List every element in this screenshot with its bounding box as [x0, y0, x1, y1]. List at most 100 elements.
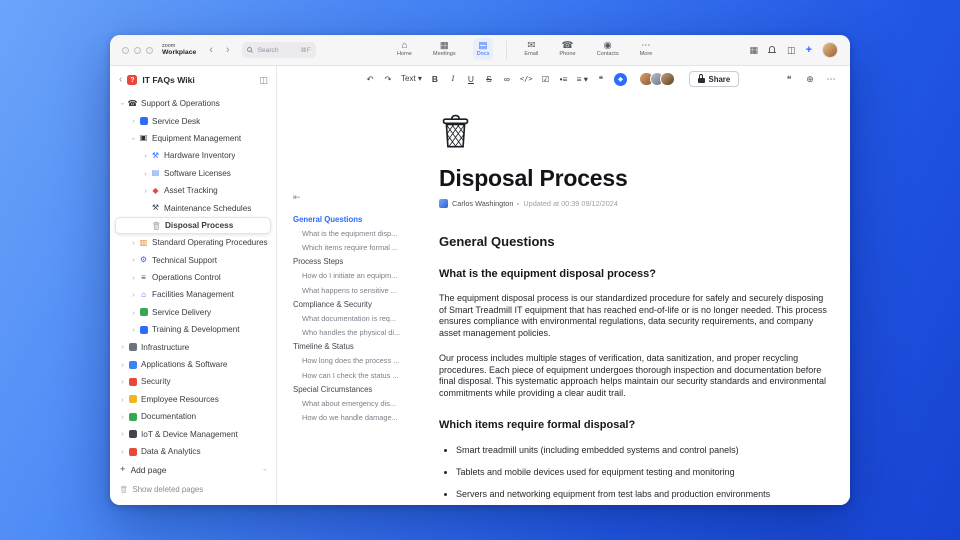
toc-section-timeline-status[interactable]: Timeline & Status: [293, 340, 425, 354]
ai-companion-button[interactable]: ◆: [614, 72, 627, 86]
italic-button[interactable]: I: [448, 74, 458, 83]
search-input[interactable]: Search ⌘F: [241, 42, 316, 58]
chevron-down-icon[interactable]: ›: [129, 134, 138, 143]
more-options-icon[interactable]: ⋯: [826, 74, 836, 84]
comment-icon[interactable]: ❝: [784, 74, 794, 84]
toc-item-what-happens-to-sensitive[interactable]: What happens to sensitive ...: [293, 283, 425, 297]
checklist-button[interactable]: ☑: [541, 74, 551, 83]
toc-item-what-is-the-equipment-disp[interactable]: What is the equipment disp...: [293, 226, 425, 240]
chevron-down-icon[interactable]: ›: [261, 468, 270, 471]
sidebar-item-operations-control[interactable]: › ≡ Operations Control: [115, 269, 271, 286]
collapse-sidebar-icon[interactable]: ◫: [259, 75, 268, 86]
sidebar-item-standard-operating-procedures[interactable]: › ▥ Standard Operating Procedures: [115, 234, 271, 251]
text-style-select[interactable]: Text ▾: [401, 75, 422, 83]
toc-item-how-do-i-initiate-an-equipm[interactable]: How do I initiate an equipm...: [293, 269, 425, 283]
chevron-right-icon[interactable]: ›: [129, 274, 138, 282]
toc-item-how-long-does-the-process[interactable]: How long does the process ...: [293, 354, 425, 368]
sidebar-item-service-desk[interactable]: › Service Desk: [115, 112, 271, 129]
strikethrough-button[interactable]: S: [484, 74, 494, 83]
link-button[interactable]: ∞: [502, 74, 512, 83]
notifications-bell-icon[interactable]: [768, 46, 777, 55]
chevron-right-icon[interactable]: ›: [129, 117, 138, 125]
sidebar-item-maintenance-schedules[interactable]: ›⚒Maintenance Schedules: [115, 199, 271, 216]
sidebar-item-security[interactable]: › Security: [115, 373, 271, 390]
toc-section-compliance-security[interactable]: Compliance & Security: [293, 297, 425, 311]
collapse-outline-icon[interactable]: ⇤: [293, 192, 425, 203]
bulleted-list-button[interactable]: •≡: [559, 74, 569, 83]
forward-button[interactable]: ›: [226, 44, 230, 56]
minimize-window-button[interactable]: [134, 46, 141, 54]
globe-icon[interactable]: ⊕: [805, 74, 815, 84]
chevron-right-icon[interactable]: ›: [141, 169, 150, 178]
tab-more[interactable]: ⋯ More: [636, 38, 657, 60]
side-panel-icon[interactable]: ◫: [787, 45, 796, 55]
chevron-right-icon[interactable]: ›: [118, 378, 127, 386]
add-comment-button[interactable]: ❝: [596, 74, 606, 83]
chevron-right-icon[interactable]: ›: [129, 326, 138, 334]
sidebar-item-applications-software[interactable]: › Applications & Software: [115, 356, 271, 373]
chevron-right-icon[interactable]: ›: [129, 291, 138, 299]
toc-item-what-about-emergency-dis[interactable]: What about emergency dis...: [293, 396, 425, 410]
tab-meetings[interactable]: ▦ Meetings: [429, 38, 460, 60]
sidebar-item-hardware-inventory[interactable]: › ⚒ Hardware Inventory: [115, 147, 271, 164]
sidebar-item-infrastructure[interactable]: › Infrastructure: [115, 338, 271, 355]
apps-grid-icon[interactable]: ▦: [750, 45, 759, 55]
undo-icon[interactable]: ↶: [365, 74, 375, 83]
tab-contacts[interactable]: ◉ Contacts: [593, 38, 623, 60]
bold-button[interactable]: B: [430, 74, 440, 83]
chevron-right-icon[interactable]: ›: [118, 396, 127, 404]
toc-item-how-can-i-check-the-status[interactable]: How can I check the status ...: [293, 368, 425, 382]
sidebar-item-service-delivery[interactable]: › Service Delivery: [115, 304, 271, 321]
chevron-right-icon[interactable]: ›: [118, 448, 127, 456]
toc-item-who-handles-the-physical-di[interactable]: Who handles the physical di...: [293, 326, 425, 340]
close-window-button[interactable]: [122, 46, 129, 54]
sidebar-item-asset-tracking[interactable]: › ◆ Asset Tracking: [115, 182, 271, 199]
tab-phone[interactable]: ☎ Phone: [555, 38, 579, 60]
user-avatar[interactable]: [822, 42, 838, 58]
sidebar-item-equipment-management[interactable]: › ▣ Equipment Management: [115, 130, 271, 147]
toc-item-what-documentation-is-req[interactable]: What documentation is req...: [293, 311, 425, 325]
document-body[interactable]: Disposal Process Carlos Washington Updat…: [429, 92, 850, 505]
chevron-right-icon[interactable]: ›: [129, 309, 138, 317]
chevron-right-icon[interactable]: ›: [141, 187, 150, 195]
toc-section-general-questions[interactable]: General Questions: [293, 212, 425, 226]
chevron-right-icon[interactable]: ›: [118, 343, 127, 351]
sidebar-item-iot-device-management[interactable]: › IoT & Device Management: [115, 425, 271, 442]
sidebar-item-documentation[interactable]: › Documentation: [115, 408, 271, 425]
show-deleted-pages-button[interactable]: Show deleted pages: [120, 482, 266, 497]
zoom-window-button[interactable]: [146, 46, 153, 54]
new-item-button[interactable]: +: [806, 44, 812, 56]
doc-title[interactable]: Disposal Process: [439, 165, 830, 192]
sidebar-item-software-licenses[interactable]: › ▤ Software Licenses: [115, 165, 271, 182]
chevron-right-icon[interactable]: ›: [118, 413, 127, 421]
chevron-right-icon[interactable]: ›: [118, 430, 127, 438]
toc-item-which-items-require-formal[interactable]: Which items require formal ...: [293, 240, 425, 254]
sidebar-back-button[interactable]: ‹: [119, 75, 122, 85]
chevron-right-icon[interactable]: ›: [129, 256, 138, 264]
tab-docs[interactable]: ▤ Docs: [472, 37, 494, 60]
underline-button[interactable]: U: [466, 74, 476, 83]
toc-section-process-steps[interactable]: Process Steps: [293, 255, 425, 269]
tab-email[interactable]: ✉ Email: [520, 38, 542, 60]
chevron-right-icon[interactable]: ›: [141, 152, 150, 160]
sidebar-item-technical-support[interactable]: › ⚙ Technical Support: [115, 252, 271, 269]
sidebar-item-training-development[interactable]: › Training & Development: [115, 321, 271, 338]
align-button[interactable]: ≡ ▾: [577, 74, 588, 83]
back-button[interactable]: ‹: [209, 44, 213, 56]
redo-icon[interactable]: ↷: [383, 74, 393, 83]
tab-home[interactable]: ⌂ Home: [393, 38, 416, 60]
sidebar-item-data-analytics[interactable]: › Data & Analytics: [115, 443, 271, 456]
sidebar-item-label: Employee Resources: [141, 394, 219, 404]
add-page-button[interactable]: + Add page ›: [120, 462, 270, 477]
sidebar-item-employee-resources[interactable]: › Employee Resources: [115, 391, 271, 408]
sidebar-item-disposal-process[interactable]: ›Disposal Process: [115, 216, 271, 235]
sidebar-item-support-operations[interactable]: › ☎ Support & Operations: [115, 95, 271, 112]
chevron-right-icon[interactable]: ›: [129, 239, 138, 247]
chevron-down-icon[interactable]: ›: [118, 99, 127, 108]
sidebar-item-facilities-management[interactable]: › ⌂ Facilities Management: [115, 286, 271, 303]
inline-code-button[interactable]: </>: [520, 75, 533, 83]
toc-item-how-do-we-handle-damage[interactable]: How do we handle damage...: [293, 411, 425, 425]
toc-section-special-circumstances[interactable]: Special Circumstances: [293, 382, 425, 396]
share-button[interactable]: Share: [688, 71, 740, 87]
chevron-right-icon[interactable]: ›: [118, 361, 127, 369]
